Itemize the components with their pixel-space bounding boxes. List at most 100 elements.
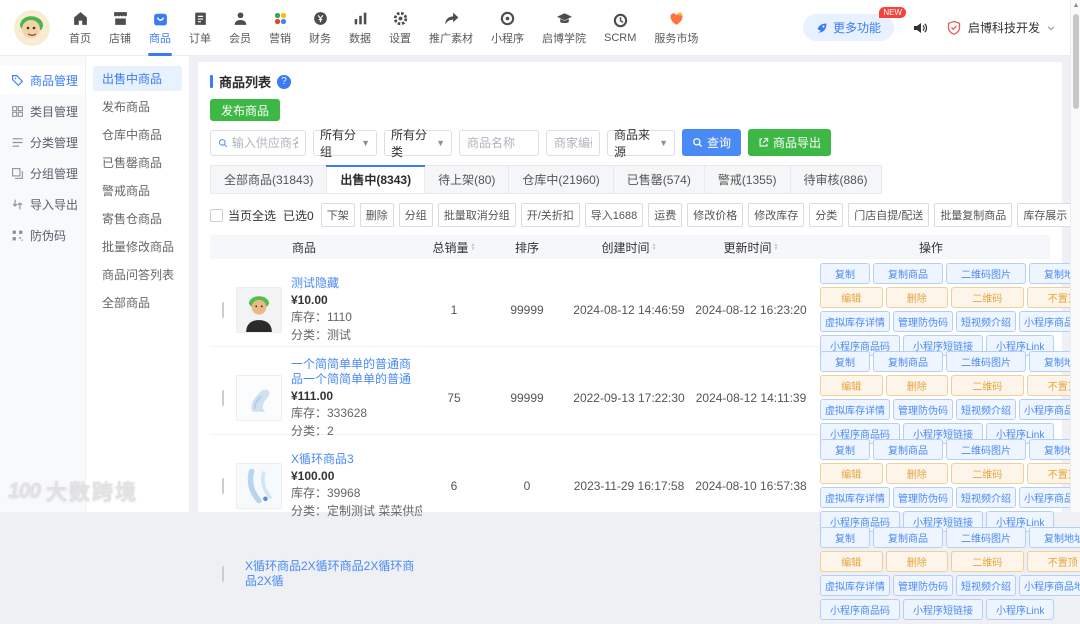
nav-item-marketing[interactable]: 营销 (260, 0, 300, 56)
op-button[interactable]: 虚拟库存详情 (820, 575, 890, 596)
bulk-button-9[interactable]: 分类 (809, 203, 843, 227)
op-button[interactable]: 虚拟库存详情 (820, 311, 890, 332)
more-features-button[interactable]: 更多功能 NEW (803, 14, 894, 41)
submenu-item-0[interactable]: 出售中商品 (93, 66, 182, 91)
product-title-link[interactable]: X循环商品2X循环商品2X循环商品2X循 (245, 559, 422, 589)
bulk-button-7[interactable]: 修改价格 (687, 203, 743, 227)
tab-6[interactable]: 待审核(886) (791, 166, 881, 193)
nav-item-settings[interactable]: 设置 (380, 0, 420, 56)
op-button[interactable]: 小程序Link (986, 599, 1054, 620)
nav-item-product[interactable]: 商品 (140, 0, 180, 56)
speaker-icon[interactable] (912, 20, 928, 36)
row-checkbox[interactable] (222, 566, 224, 582)
submenu-item-1[interactable]: 发布商品 (93, 94, 182, 119)
op-button[interactable]: 复制 (820, 351, 870, 372)
bulk-button-11[interactable]: 批量复制商品 (934, 203, 1012, 227)
op-button[interactable]: 复制 (820, 527, 870, 548)
sidebar-item-classify[interactable]: 分类管理 (0, 127, 85, 157)
nav-item-shop[interactable]: 店铺 (100, 0, 140, 56)
submenu-item-3[interactable]: 已售罄商品 (93, 150, 182, 175)
help-icon[interactable]: ? (277, 75, 291, 89)
op-button[interactable]: 编辑 (820, 287, 883, 308)
submenu-item-5[interactable]: 寄售仓商品 (93, 206, 182, 231)
op-button[interactable]: 小程序商品码 (820, 599, 900, 620)
product-title-link[interactable]: X循环商品3 (291, 452, 422, 467)
bulk-button-8[interactable]: 修改库存 (748, 203, 804, 227)
op-button[interactable]: 复制商品 (873, 439, 943, 460)
source-select[interactable]: 商品来源 ▼ (607, 130, 675, 156)
op-button[interactable]: 短视频介绍 (956, 487, 1016, 508)
bulk-button-12[interactable]: 库存展示 (1017, 203, 1073, 227)
nav-item-member[interactable]: 会员 (220, 0, 260, 56)
op-button[interactable]: 编辑 (820, 463, 883, 484)
tab-4[interactable]: 已售罄(574) (614, 166, 705, 193)
category-select[interactable]: 所有分类 ▼ (384, 130, 452, 156)
sort-icon[interactable]: ▲▼ (774, 243, 779, 251)
scroll-up-icon[interactable]: ▲ (1071, 0, 1080, 12)
op-button[interactable]: 小程序商品地址 (1019, 575, 1080, 596)
nav-item-order[interactable]: 订单 (180, 0, 220, 56)
bulk-button-5[interactable]: 导入1688 (585, 203, 643, 227)
op-button[interactable]: 删除 (886, 375, 949, 396)
sidebar-item-group[interactable]: 分组管理 (0, 158, 85, 188)
op-button[interactable]: 短视频介绍 (956, 575, 1016, 596)
row-checkbox[interactable] (222, 302, 224, 318)
nav-item-miniapp[interactable]: 小程序 (482, 0, 533, 56)
row-checkbox[interactable] (222, 478, 224, 494)
nav-item-market[interactable]: 服务市场 (645, 0, 707, 56)
nav-item-finance[interactable]: 财务 (300, 0, 340, 56)
account-menu[interactable]: 启博科技开发 (946, 19, 1056, 36)
op-button[interactable]: 删除 (886, 287, 949, 308)
op-button[interactable]: 编辑 (820, 375, 883, 396)
nav-item-scrm[interactable]: SCRM (595, 0, 645, 56)
op-button[interactable]: 短视频介绍 (956, 399, 1016, 420)
merchant-code-field[interactable] (546, 130, 600, 156)
submenu-item-8[interactable]: 全部商品 (93, 290, 182, 315)
op-button[interactable]: 虚拟库存详情 (820, 487, 890, 508)
row-checkbox[interactable] (222, 390, 224, 406)
op-button[interactable]: 二维码 (951, 551, 1024, 572)
sidebar-item-category[interactable]: 类目管理 (0, 96, 85, 126)
op-button[interactable]: 复制商品 (873, 351, 943, 372)
tab-5[interactable]: 警戒(1355) (705, 166, 791, 193)
bulk-button-3[interactable]: 批量取消分组 (438, 203, 516, 227)
op-button[interactable]: 删除 (886, 463, 949, 484)
op-button[interactable]: 虚拟库存详情 (820, 399, 890, 420)
product-title-link[interactable]: 一个简简单单的普通商品一个简简单单的普通商品一个简简单单的普通商品 (291, 357, 422, 387)
op-button[interactable]: 复制 (820, 263, 870, 284)
nav-item-promo[interactable]: 推广素材 (420, 0, 482, 56)
product-name-input[interactable] (467, 136, 531, 150)
merchant-code-input[interactable] (554, 136, 592, 150)
nav-item-data[interactable]: 数据 (340, 0, 380, 56)
op-button[interactable]: 二维码图片 (946, 263, 1026, 284)
op-button[interactable]: 二维码 (951, 287, 1024, 308)
op-button[interactable]: 二维码图片 (946, 527, 1026, 548)
tab-2[interactable]: 待上架(80) (425, 166, 509, 193)
group-select[interactable]: 所有分组 ▼ (313, 130, 377, 156)
op-button[interactable]: 管理防伪码 (893, 487, 953, 508)
bulk-button-10[interactable]: 门店自提/配送 (848, 203, 929, 227)
tab-1[interactable]: 出售中(8343) (327, 166, 425, 193)
submenu-item-4[interactable]: 警戒商品 (93, 178, 182, 203)
product-title-link[interactable]: 测试隐藏 (291, 276, 352, 291)
scrollbar[interactable]: ▲ (1070, 0, 1080, 512)
op-button[interactable]: 复制 (820, 439, 870, 460)
op-button[interactable]: 二维码图片 (946, 439, 1026, 460)
logo-avatar[interactable] (14, 10, 50, 46)
op-button[interactable]: 复制地址 (1029, 527, 1080, 548)
sidebar-item-goods[interactable]: 商品管理 (0, 65, 85, 95)
submenu-item-2[interactable]: 仓库中商品 (93, 122, 182, 147)
op-button[interactable]: 管理防伪码 (893, 575, 953, 596)
op-button[interactable]: 短视频介绍 (956, 311, 1016, 332)
bulk-button-4[interactable]: 开/关折扣 (521, 203, 580, 227)
nav-item-home[interactable]: 首页 (60, 0, 100, 56)
sort-icon[interactable]: ▲▼ (471, 243, 476, 251)
op-button[interactable]: 二维码 (951, 463, 1024, 484)
select-all-checkbox[interactable] (210, 209, 223, 222)
bulk-button-2[interactable]: 分组 (399, 203, 433, 227)
sidebar-item-anti-fake[interactable]: 防伪码 (0, 220, 85, 250)
search-button[interactable]: 查询 (682, 129, 741, 156)
op-button[interactable]: 管理防伪码 (893, 399, 953, 420)
submenu-item-6[interactable]: 批量修改商品 (93, 234, 182, 259)
sidebar-item-import-export[interactable]: 导入导出 (0, 189, 85, 219)
